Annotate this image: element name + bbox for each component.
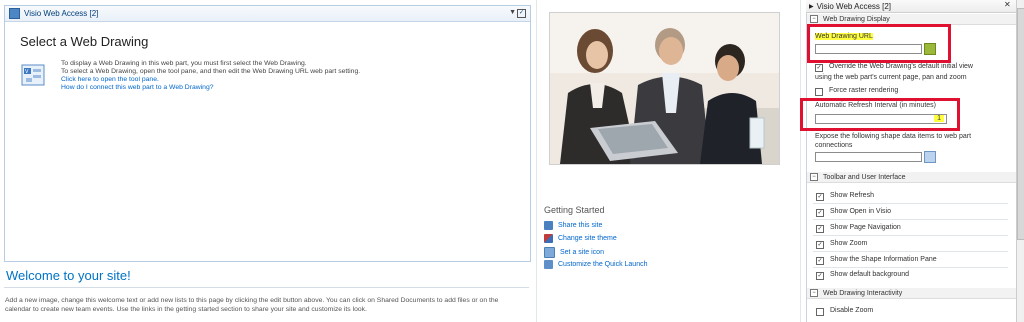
gs-item-label[interactable]: Set a site icon	[560, 249, 604, 256]
share-icon	[544, 221, 553, 230]
web-part-title-bar: Visio Web Access [2] ▼ ✓	[5, 6, 530, 22]
gs-item-label[interactable]: Customize the Quick Launch	[558, 261, 648, 268]
collapse-icon[interactable]: −	[810, 289, 818, 297]
show-zoom-checkbox[interactable]: ✓	[816, 241, 824, 249]
collapse-icon[interactable]: −	[810, 15, 818, 23]
divider	[4, 287, 529, 288]
web-part-select-checkbox[interactable]: ✓	[517, 9, 526, 18]
gs-item-site-icon[interactable]: Set a site icon	[544, 247, 604, 258]
column-divider	[536, 0, 537, 322]
show-open-in-visio-label: Show Open in Visio	[830, 208, 891, 215]
expose-shape-data-label-cont: connections	[815, 142, 853, 149]
gs-item-quicklaunch[interactable]: Customize the Quick Launch	[544, 260, 648, 269]
quicklaunch-icon	[544, 260, 553, 269]
divider	[813, 235, 1008, 236]
divider	[813, 267, 1008, 268]
show-refresh-label: Show Refresh	[830, 192, 874, 199]
site-icon	[544, 247, 555, 258]
chevron-down-icon[interactable]: ▼	[509, 9, 516, 16]
disable-zoom-label: Disable Zoom	[830, 307, 874, 314]
section-web-drawing-interactivity[interactable]: − Web Drawing Interactivity	[807, 288, 1016, 299]
expose-shape-data-label: Expose the following shape data items to…	[815, 133, 972, 140]
annotation-box-url	[807, 24, 951, 63]
disable-zoom-checkbox[interactable]	[816, 308, 824, 316]
section-label: Web Drawing Interactivity	[823, 289, 903, 297]
theme-icon	[544, 234, 553, 243]
instruction-line-1: To display a Web Drawing in this web par…	[61, 60, 307, 67]
instruction-line-2: To select a Web Drawing, open the tool p…	[61, 68, 361, 75]
section-label: Web Drawing Display	[823, 15, 890, 23]
annotation-box-refresh	[800, 98, 960, 131]
visio-drawing-icon: V	[21, 64, 45, 86]
getting-started-heading: Getting Started	[544, 205, 605, 215]
show-shape-info-pane-label: Show the Shape Information Pane	[830, 256, 937, 263]
override-label: Override the Web Drawing's default initi…	[829, 63, 973, 70]
force-raster-label: Force raster rendering	[829, 87, 899, 94]
gs-item-label[interactable]: Change site theme	[558, 235, 617, 242]
gs-item-share[interactable]: Share this site	[544, 221, 602, 230]
svg-text:V: V	[25, 69, 29, 75]
divider	[813, 203, 1008, 204]
business-people-photo	[550, 13, 779, 164]
visio-web-part: Visio Web Access [2] ▼ ✓ Select a Web Dr…	[4, 5, 531, 262]
section-label: Toolbar and User Interface	[823, 173, 906, 181]
scrollbar-thumb[interactable]	[1017, 8, 1024, 240]
web-part-instructions: To display a Web Drawing in this web par…	[61, 60, 360, 92]
show-shape-info-pane-checkbox[interactable]: ✓	[816, 257, 824, 265]
show-open-in-visio-checkbox[interactable]: ✓	[816, 209, 824, 217]
web-part-title[interactable]: Visio Web Access [2]	[24, 9, 98, 18]
show-page-navigation-checkbox[interactable]: ✓	[816, 225, 824, 233]
show-default-background-checkbox[interactable]: ✓	[816, 272, 824, 280]
collapse-icon[interactable]: −	[810, 173, 818, 181]
connect-help-link[interactable]: How do I connect this web part to a Web …	[61, 84, 360, 92]
show-page-navigation-label: Show Page Navigation	[830, 224, 901, 231]
column-divider	[800, 0, 801, 322]
welcome-title: Welcome to your site!	[6, 268, 131, 283]
divider	[813, 219, 1008, 220]
shape-data-input[interactable]	[815, 152, 922, 162]
site-image	[549, 12, 780, 165]
show-default-background-label: Show default background	[830, 271, 909, 278]
select-web-drawing-heading: Select a Web Drawing	[20, 34, 149, 49]
force-raster-checkbox[interactable]	[815, 88, 823, 96]
close-icon[interactable]: ✕	[1004, 1, 1012, 9]
visio-icon	[9, 8, 20, 19]
show-zoom-label: Show Zoom	[830, 240, 868, 247]
tool-pane-title: Visio Web Access [2]	[816, 1, 892, 11]
open-tool-pane-link[interactable]: Click here to open the tool pane.	[61, 76, 360, 84]
override-label-cont: using the web part's current page, pan a…	[815, 74, 967, 81]
override-view-checkbox[interactable]: ✓	[815, 64, 823, 72]
section-toolbar-ui[interactable]: − Toolbar and User Interface	[807, 172, 1016, 183]
welcome-text: Add a new image, change this welcome tex…	[5, 297, 499, 313]
tool-pane-header: ▶ Visio Web Access [2] ✕	[806, 0, 1016, 13]
show-refresh-checkbox[interactable]: ✓	[816, 193, 824, 201]
chevron-right-icon[interactable]: ▶	[809, 3, 814, 10]
gs-item-theme[interactable]: Change site theme	[544, 234, 617, 243]
gs-item-label[interactable]: Share this site	[558, 222, 602, 229]
divider	[813, 251, 1008, 252]
builder-icon[interactable]	[924, 151, 936, 163]
